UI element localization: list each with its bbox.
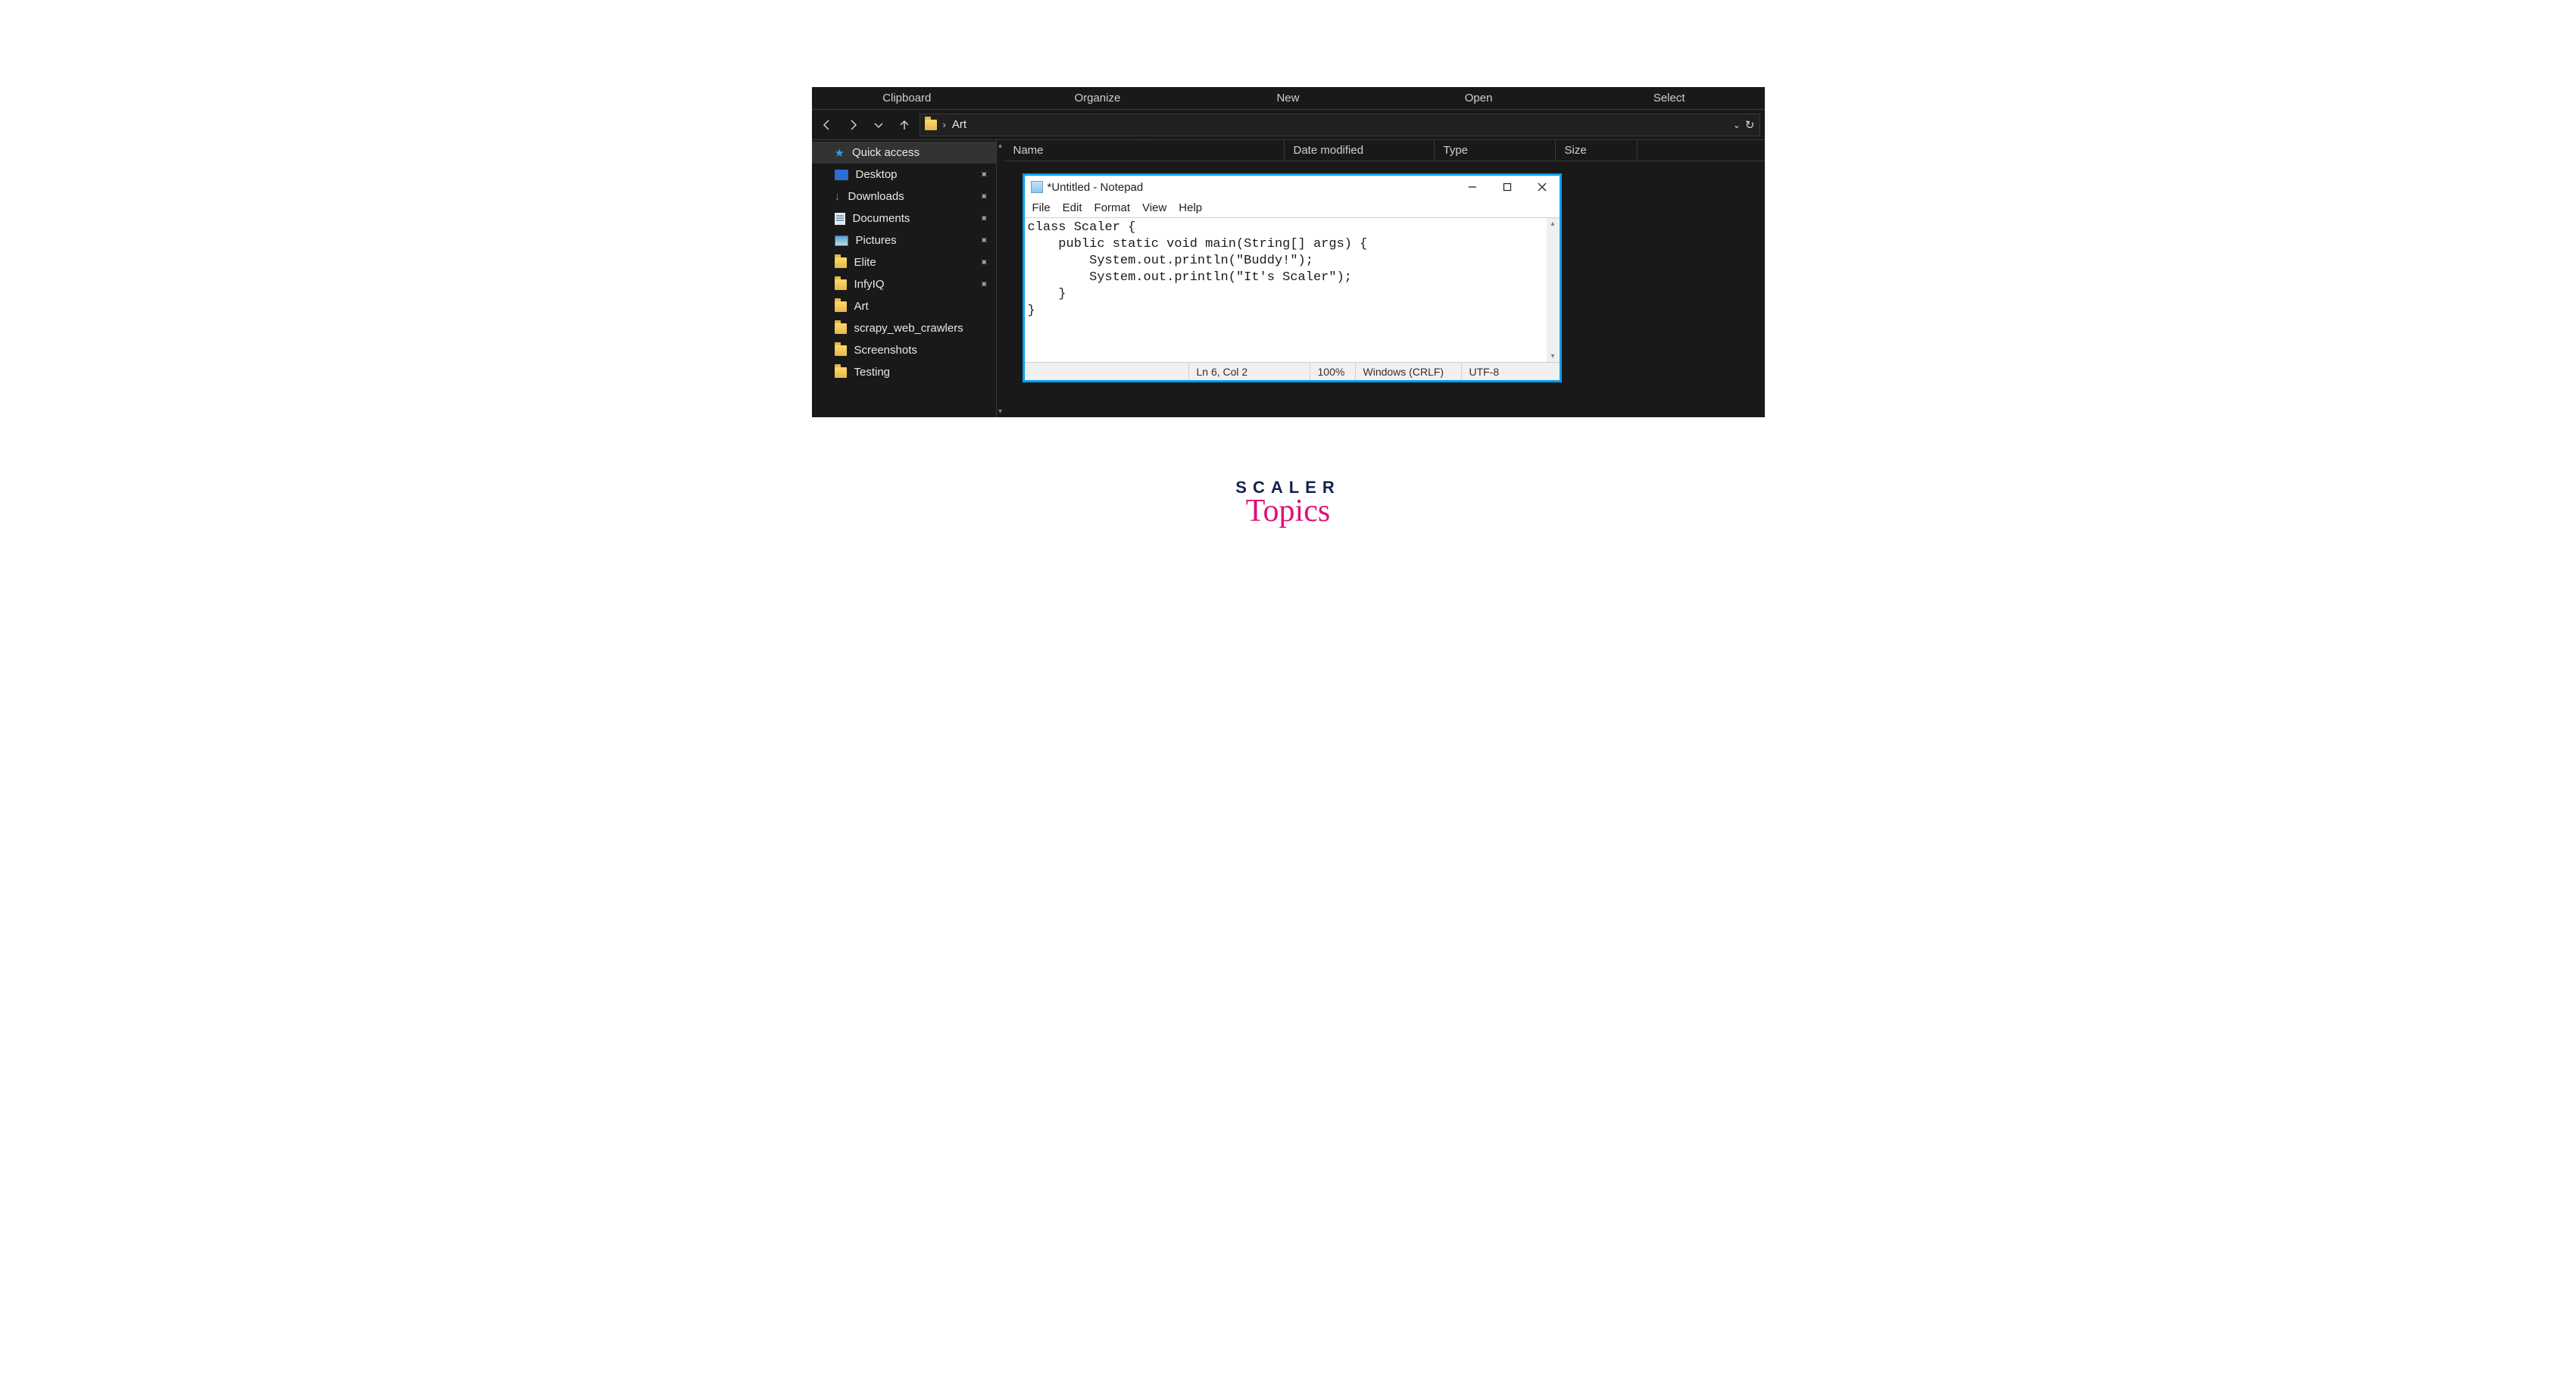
sidebar-item-art[interactable]: Art — [812, 295, 996, 317]
caret-down-icon: ▾ — [1550, 352, 1554, 360]
column-size[interactable]: Size — [1556, 140, 1638, 161]
forward-button[interactable] — [842, 114, 863, 136]
status-spacer — [1025, 363, 1188, 380]
sidebar-item-elite[interactable]: Elite ✦ — [812, 251, 996, 273]
folder-icon — [925, 120, 937, 130]
sidebar-item-desktop[interactable]: Desktop ✦ — [812, 164, 996, 186]
menu-format[interactable]: Format — [1090, 201, 1135, 214]
recent-dropdown[interactable] — [868, 114, 889, 136]
status-line-ending: Windows (CRLF) — [1355, 363, 1461, 380]
sidebar-label: InfyIQ — [854, 278, 885, 291]
pin-icon: ✦ — [976, 254, 991, 270]
column-type[interactable]: Type — [1435, 140, 1556, 161]
brand-line2: Topics — [1235, 493, 1340, 529]
pictures-icon — [835, 235, 848, 246]
address-bar[interactable]: › Art ⌄ ↻ — [920, 114, 1760, 136]
sidebar-label: Elite — [854, 256, 876, 269]
menu-help[interactable]: Help — [1174, 201, 1207, 214]
notepad-titlebar[interactable]: *Untitled - Notepad — [1025, 176, 1560, 198]
sidebar-scrollbar[interactable]: ▴ ▾ — [997, 140, 1004, 417]
pin-icon: ✦ — [976, 232, 991, 248]
navbar: › Art ⌄ ↻ — [812, 110, 1765, 140]
pin-icon: ✦ — [976, 167, 991, 182]
sidebar-label: Downloads — [848, 190, 904, 203]
notepad-menubar: File Edit Format View Help — [1025, 198, 1560, 218]
pin-icon: ✦ — [976, 211, 991, 226]
ribbon-tab-new[interactable]: New — [1193, 89, 1384, 108]
scaler-logo: SCALER Topics — [1235, 478, 1340, 529]
ribbon-tab-open[interactable]: Open — [1383, 89, 1574, 108]
folder-icon — [835, 345, 847, 356]
sidebar-item-screenshots[interactable]: Screenshots — [812, 339, 996, 361]
column-name[interactable]: Name ⌃ — [1004, 140, 1285, 161]
refresh-button[interactable]: ↻ — [1745, 118, 1755, 132]
sidebar-label: Screenshots — [854, 344, 917, 357]
folder-icon — [835, 323, 847, 334]
menu-file[interactable]: File — [1028, 201, 1055, 214]
up-button[interactable] — [894, 114, 915, 136]
sort-indicator-icon: ⌃ — [1141, 140, 1147, 146]
sidebar-item-infyiq[interactable]: InfyIQ ✦ — [812, 273, 996, 295]
pin-icon: ✦ — [976, 189, 991, 204]
folder-icon — [835, 257, 847, 268]
sidebar-item-quick-access[interactable]: ★ Quick access — [812, 142, 996, 164]
status-encoding: UTF-8 — [1461, 363, 1560, 380]
sidebar-item-downloads[interactable]: ↓ Downloads ✦ — [812, 186, 996, 207]
explorer-body: ★ Quick access Desktop ✦ ↓ Downloads ✦ D… — [812, 140, 1765, 417]
sidebar: ★ Quick access Desktop ✦ ↓ Downloads ✦ D… — [812, 140, 997, 417]
ribbon: Clipboard Organize New Open Select — [812, 87, 1765, 110]
chevron-right-icon: › — [943, 119, 946, 130]
content-pane: Name ⌃ Date modified Type Size *Untitled… — [1004, 140, 1765, 417]
column-date[interactable]: Date modified — [1285, 140, 1435, 161]
back-button[interactable] — [817, 114, 838, 136]
close-button[interactable] — [1525, 176, 1560, 198]
caret-up-icon: ▴ — [1550, 220, 1554, 228]
sidebar-label: Documents — [853, 212, 910, 225]
notepad-window: *Untitled - Notepad File — [1023, 173, 1562, 382]
folder-icon — [835, 367, 847, 378]
ribbon-tab-clipboard[interactable]: Clipboard — [812, 89, 1003, 108]
folder-icon — [835, 301, 847, 312]
notepad-icon — [1031, 181, 1043, 193]
folder-icon — [835, 279, 847, 290]
notepad-statusbar: Ln 6, Col 2 100% Windows (CRLF) UTF-8 — [1025, 362, 1560, 380]
minimize-button[interactable] — [1455, 176, 1490, 198]
chevron-down-icon[interactable]: ⌄ — [1733, 120, 1741, 130]
menu-edit[interactable]: Edit — [1058, 201, 1087, 214]
sidebar-item-documents[interactable]: Documents ✦ — [812, 207, 996, 229]
caret-down-icon: ▾ — [998, 407, 1002, 416]
sidebar-item-testing[interactable]: Testing — [812, 361, 996, 383]
column-headers: Name ⌃ Date modified Type Size — [1004, 140, 1765, 161]
notepad-title: *Untitled - Notepad — [1048, 181, 1144, 194]
current-path: Art — [952, 118, 966, 131]
caret-up-icon: ▴ — [998, 142, 1002, 150]
sidebar-item-scrapy[interactable]: scrapy_web_crawlers — [812, 317, 996, 339]
sidebar-item-pictures[interactable]: Pictures ✦ — [812, 229, 996, 251]
sidebar-label: scrapy_web_crawlers — [854, 322, 963, 335]
status-zoom: 100% — [1310, 363, 1355, 380]
file-explorer-window: Clipboard Organize New Open Select › Art… — [812, 87, 1765, 417]
document-icon — [835, 213, 845, 225]
notepad-editor[interactable]: class Scaler { public static void main(S… — [1025, 218, 1547, 362]
star-icon: ★ — [835, 146, 845, 160]
ribbon-tab-organize[interactable]: Organize — [1002, 89, 1193, 108]
sidebar-label: Desktop — [856, 168, 898, 181]
sidebar-label: Art — [854, 300, 869, 313]
maximize-button[interactable] — [1490, 176, 1525, 198]
ribbon-tab-select[interactable]: Select — [1574, 89, 1765, 108]
menu-view[interactable]: View — [1138, 201, 1171, 214]
status-position: Ln 6, Col 2 — [1188, 363, 1310, 380]
download-icon: ↓ — [835, 190, 841, 204]
pin-icon: ✦ — [976, 276, 991, 292]
notepad-scrollbar[interactable]: ▴ ▾ — [1547, 218, 1560, 362]
sidebar-label: Quick access — [852, 146, 920, 159]
sidebar-label: Testing — [854, 366, 891, 379]
desktop-icon — [835, 170, 848, 180]
sidebar-label: Pictures — [856, 234, 897, 247]
